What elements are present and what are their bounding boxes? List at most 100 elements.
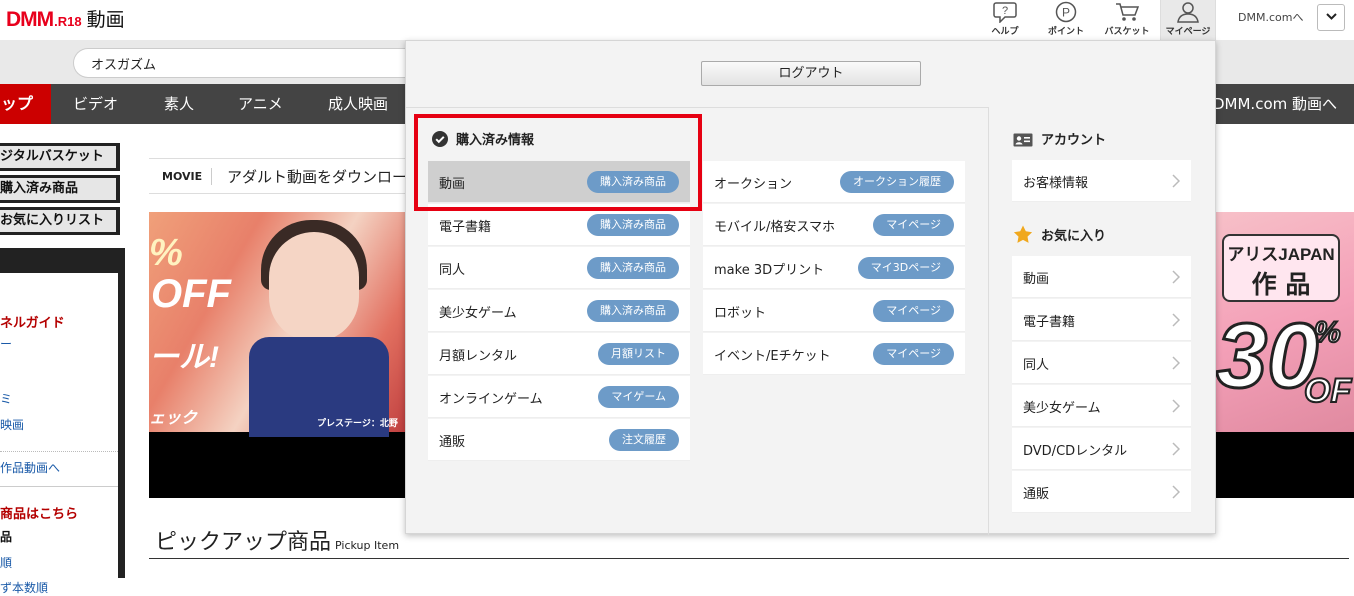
service-dropdown-button[interactable]: [1317, 4, 1345, 31]
purchased-row-event[interactable]: イベント/Eチケット マイページ: [703, 333, 965, 375]
purchased-row-monthly[interactable]: 月額レンタル 月額リスト: [428, 333, 690, 375]
nav-video[interactable]: ビデオ: [73, 84, 118, 124]
account-section-heading: アカウント: [1013, 129, 1106, 148]
sidebar-products-item-1[interactable]: 品: [0, 528, 12, 545]
highlight-annotation-box: [414, 114, 702, 211]
row-action-pill[interactable]: 購入済み商品: [587, 300, 679, 322]
sidebar-purchased-label: 購入済み商品: [0, 178, 116, 200]
help-icon: ?: [993, 2, 1017, 23]
row-action-pill[interactable]: オークション履歴: [840, 171, 954, 193]
purchased-row-doujin[interactable]: 同人 購入済み商品: [428, 247, 690, 289]
row-action-pill[interactable]: マイページ: [873, 214, 954, 236]
help-button[interactable]: ? ヘルプ: [975, 0, 1035, 40]
alice-line1: アリスJAPAN: [1227, 245, 1335, 264]
purchased-row-robot[interactable]: ロボット マイページ: [703, 290, 965, 332]
search-input[interactable]: [73, 48, 408, 78]
pickup-divider: [149, 558, 1349, 559]
sidebar-digital-basket[interactable]: ジタルバスケット: [0, 143, 120, 171]
svg-text:?: ?: [1002, 5, 1008, 17]
dmm-r18-logo[interactable]: DMM .R18 動画: [6, 5, 125, 31]
banner-face: [269, 232, 359, 342]
pickup-subtitle: Pickup Item: [335, 539, 400, 552]
chevron-right-icon: [1172, 442, 1180, 456]
chevron-right-icon: [1172, 485, 1180, 499]
sidebar-products-item-2[interactable]: 順: [0, 554, 12, 571]
favorites-item-mail-order[interactable]: 通販: [1012, 471, 1191, 513]
row-action-pill[interactable]: マイページ: [873, 343, 954, 365]
logo-section: 動画: [86, 9, 125, 31]
nav-amateur[interactable]: 素人: [164, 84, 194, 124]
row-label: 通販: [439, 435, 466, 450]
row-label: make 3Dプリント: [714, 263, 825, 278]
row-action-pill[interactable]: 購入済み商品: [587, 257, 679, 279]
sidebar-divider-2: [0, 486, 118, 487]
purchased-row-online-game[interactable]: オンラインゲーム マイゲーム: [428, 376, 690, 418]
sale-banner-left[interactable]: % OFF ール! ェック プレステージ：北野: [149, 212, 405, 498]
banner-right-pct: %: [1313, 315, 1342, 350]
star-icon: [1013, 225, 1033, 243]
point-button[interactable]: P ポイント: [1036, 0, 1096, 40]
purchased-row-auction[interactable]: オークション オークション履歴: [703, 161, 965, 203]
favorites-item-dvd-rental[interactable]: DVD/CDレンタル: [1012, 428, 1191, 470]
sidebar-digital-basket-label: ジタルバスケット: [0, 146, 116, 168]
logo-suffix: .R18: [54, 14, 82, 29]
chevron-right-icon: [1172, 313, 1180, 327]
sidebar-guide-link-4[interactable]: 映画: [0, 416, 24, 433]
site-header: DMM .R18 動画 ? ヘルプ P ポイント バスケット マイページ DMM…: [0, 0, 1354, 40]
banner-right-big-number: 30: [1216, 305, 1320, 407]
nav-adult-film[interactable]: 成人映画: [328, 84, 388, 124]
chevron-right-icon: [1172, 270, 1180, 284]
row-action-pill[interactable]: マイ3Dページ: [857, 257, 954, 279]
purchased-row-3d-print[interactable]: make 3Dプリント マイ3Dページ: [703, 247, 965, 289]
banner-check: ェック: [149, 410, 198, 427]
mypage-label: マイページ: [1165, 27, 1211, 37]
account-section-title: アカウント: [1041, 133, 1107, 148]
sidebar-products-item-3[interactable]: ず本数順: [0, 579, 48, 596]
row-label: オンラインゲーム: [439, 392, 543, 407]
row-label: モバイル/格安スマホ: [714, 220, 835, 235]
logout-button[interactable]: ログアウト: [701, 61, 921, 86]
favorites-item-label: 美少女ゲーム: [1023, 401, 1101, 416]
sidebar-purchased[interactable]: 購入済み商品: [0, 175, 120, 203]
favorites-section-heading: お気に入り: [1013, 225, 1106, 244]
sidebar-guide-link-1[interactable]: ー: [0, 335, 12, 352]
movie-heading-bar: MOVIE アダルト動画をダウンロー: [149, 158, 419, 194]
chevron-right-icon: [1172, 356, 1180, 370]
row-action-pill[interactable]: 注文履歴: [609, 429, 679, 451]
favorites-item-ebook[interactable]: 電子書籍: [1012, 299, 1191, 341]
row-label: 月額レンタル: [439, 349, 518, 364]
basket-button[interactable]: バスケット: [1097, 0, 1157, 40]
sidebar-divider: [0, 451, 118, 452]
sidebar-products-title: 商品はこちら: [0, 507, 79, 522]
favorites-item-game[interactable]: 美少女ゲーム: [1012, 385, 1191, 427]
account-item-customer-info[interactable]: お客様情報: [1012, 160, 1191, 202]
sidebar-guide-link-3[interactable]: ミ: [0, 390, 12, 407]
help-label: ヘルプ: [991, 27, 1019, 37]
purchased-row-game[interactable]: 美少女ゲーム 購入済み商品: [428, 290, 690, 332]
row-action-pill[interactable]: マイページ: [873, 300, 954, 322]
movie-heading-text: アダルト動画をダウンロー: [227, 168, 408, 186]
nav-dmm-video-link[interactable]: DMM.com 動画へ: [1213, 84, 1337, 124]
pickup-title: ピックアップ商品: [155, 530, 332, 555]
row-action-pill[interactable]: 月額リスト: [598, 343, 679, 365]
favorites-item-doujin[interactable]: 同人: [1012, 342, 1191, 384]
basket-label: バスケット: [1104, 27, 1150, 37]
purchased-row-mail-order[interactable]: 通販 注文履歴: [428, 419, 690, 461]
banner-right-off: OF: [1303, 371, 1352, 411]
row-action-pill[interactable]: マイゲーム: [598, 386, 679, 408]
mypage-button[interactable]: マイページ: [1160, 0, 1216, 40]
sidebar-guide-box: ネルガイド ー ミ 映画 作品動画へ 商品はこちら 品 順 ず本数順: [0, 248, 125, 595]
dmm-com-link[interactable]: DMM.comへ: [1238, 9, 1303, 25]
sidebar-works-link[interactable]: 作品動画へ: [0, 459, 60, 476]
movie-separator: [211, 168, 212, 185]
nav-anime[interactable]: アニメ: [238, 84, 283, 124]
purchased-row-mobile[interactable]: モバイル/格安スマホ マイページ: [703, 204, 965, 246]
row-action-pill[interactable]: 購入済み商品: [587, 214, 679, 236]
alice-japan-badge: アリスJAPAN 作 品: [1222, 234, 1340, 302]
nav-top[interactable]: ップ: [0, 84, 51, 124]
favorites-item-video[interactable]: 動画: [1012, 256, 1191, 298]
favorites-item-label: 電子書籍: [1023, 315, 1076, 330]
sidebar-favorites[interactable]: お気に入りリスト: [0, 207, 120, 235]
sale-banner-right[interactable]: アリスJAPAN 作 品 30 % OF: [1216, 212, 1354, 498]
banner-pct: %: [149, 232, 183, 274]
